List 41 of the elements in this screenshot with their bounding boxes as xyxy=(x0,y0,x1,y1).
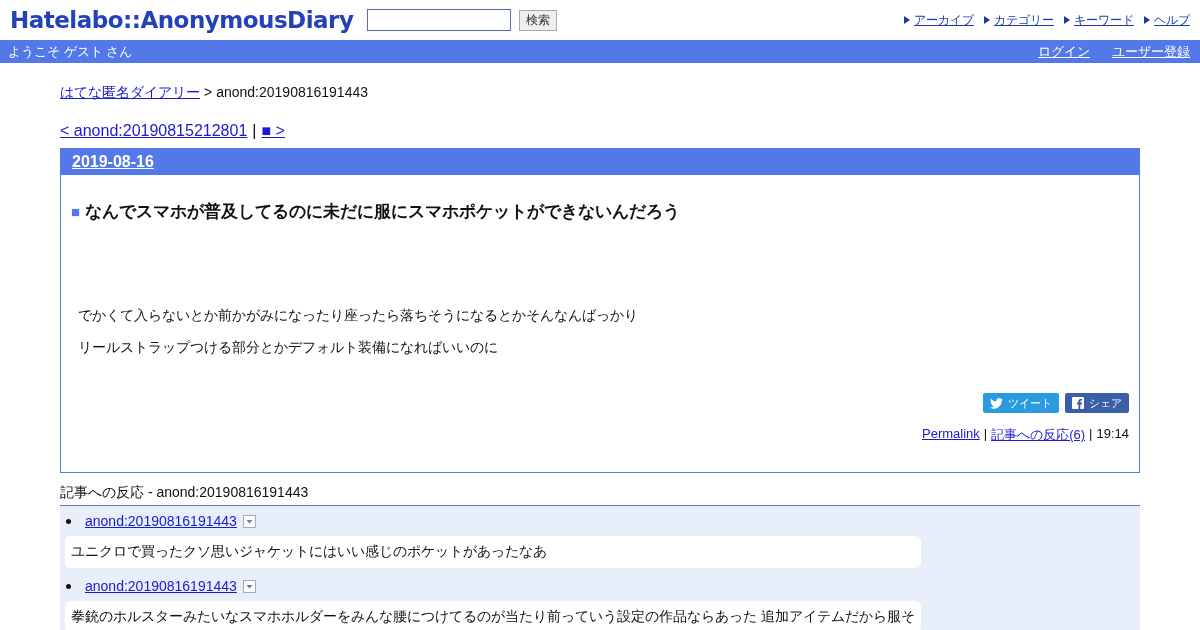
breadcrumb-separator: > xyxy=(204,84,213,102)
previous-link[interactable]: < anond:20190815212801 xyxy=(60,122,248,140)
entry-title: なんでスマホが普及してるのに未だに服にスマホポケットができないんだろう xyxy=(84,202,680,221)
arrow-icon xyxy=(1064,16,1070,24)
search-field[interactable] xyxy=(367,9,512,31)
pager-separator: | xyxy=(252,122,257,140)
welcome-text: ようこそ ゲスト さん xyxy=(8,42,133,61)
bullet-icon xyxy=(66,518,71,524)
dropdown-icon[interactable] xyxy=(242,514,256,528)
arrow-icon xyxy=(904,16,910,24)
letter-f-icon xyxy=(1072,397,1084,409)
user-link[interactable]: ログイン xyxy=(1038,42,1090,61)
entry-paragraph: リールストラップつける部分とかデフォルト装備になればいいのに xyxy=(78,339,499,357)
entry-mark-link[interactable]: ■ xyxy=(71,203,81,220)
nav-link[interactable]: キーワード xyxy=(1074,11,1134,29)
entry-time: 19:14 xyxy=(1096,426,1129,443)
nav-link[interactable]: アーカイブ xyxy=(914,11,974,29)
next-link[interactable]: ■ > xyxy=(261,122,285,140)
arrow-icon xyxy=(1144,16,1150,24)
nav-link[interactable]: ヘルプ xyxy=(1154,11,1190,29)
share-button[interactable]: シェア xyxy=(1065,393,1129,413)
dropdown-icon[interactable] xyxy=(242,579,256,593)
permalink-link[interactable]: Permalink xyxy=(922,426,980,444)
footer-separator: | xyxy=(983,426,988,443)
reaction-excerpt: ユニクロで買ったクソ思いジャケットにはいい感じのポケットがあったなあ xyxy=(65,536,921,568)
nav-link[interactable]: カテゴリー xyxy=(994,11,1054,29)
user-link[interactable]: ユーザー登録 xyxy=(1112,42,1190,61)
site-logo[interactable]: Hatelabo::AnonymousDiary xyxy=(10,7,354,33)
reaction-link[interactable]: anond:20190816191443 xyxy=(85,578,237,594)
entry-paragraph: でかくて入らないとか前かがみになったり座ったら落ちそうになるとかそんなんばっかり xyxy=(78,307,639,325)
footer-separator: | xyxy=(1089,426,1093,443)
breadcrumb-current: anond:20190816191443 xyxy=(216,84,368,102)
search-button[interactable]: 検索 xyxy=(519,9,558,31)
reaction-link[interactable]: anond:20190816191443 xyxy=(85,513,237,529)
reaction-excerpt: 拳銃のホルスターみたいなスマホホルダーをみんな腰につけてるのが当たり前っていう設定の作品ならあった 追加アイテムだから服そ xyxy=(65,601,921,630)
date-link[interactable]: 2019-08-16 xyxy=(72,153,154,171)
reactions-link[interactable]: 記事への反応(6) xyxy=(991,426,1086,444)
bird-icon xyxy=(990,397,1003,409)
arrow-icon xyxy=(984,16,990,24)
home-link[interactable]: はてな匿名ダイアリー xyxy=(60,84,200,102)
bullet-icon xyxy=(66,583,71,589)
